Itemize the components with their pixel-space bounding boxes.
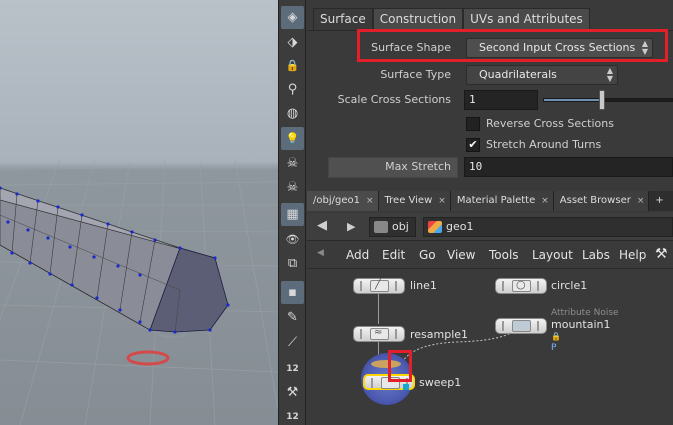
viewport-scene xyxy=(0,159,278,425)
wrench-icon[interactable]: ⚒ xyxy=(655,246,668,262)
tab-surface[interactable]: Surface xyxy=(313,8,373,30)
wire-line-resample xyxy=(378,293,379,324)
node-sublabel-mountain1: Attribute Noise xyxy=(551,308,619,318)
menu-tools[interactable]: Tools xyxy=(489,248,519,262)
surface-type-menu[interactable]: Quadrilaterals ▲ ▼ xyxy=(466,65,618,85)
cross-section-circle xyxy=(126,350,170,366)
menu-view[interactable]: View xyxy=(447,248,475,262)
light-icon[interactable]: 💡 xyxy=(281,127,304,150)
scale-cross-sections-field[interactable]: 1 xyxy=(464,90,538,110)
max-stretch-label: Max Stretch xyxy=(385,160,451,173)
scale-slider-handle[interactable] xyxy=(599,90,605,110)
tab-construction[interactable]: Construction xyxy=(372,8,464,30)
close-icon[interactable]: × xyxy=(438,191,446,211)
wrench-icon[interactable]: ⚒ xyxy=(281,381,304,404)
close-icon[interactable]: × xyxy=(637,191,645,211)
node-param-mountain1: P xyxy=(551,343,557,353)
pin-icon[interactable]: ◀ xyxy=(317,248,324,258)
node-circle1[interactable]: ○ xyxy=(495,278,547,294)
menu-labs[interactable]: Labs xyxy=(582,248,610,262)
num12-icon[interactable]: 12 xyxy=(281,357,304,380)
grid-icon[interactable]: ▦ xyxy=(281,203,304,226)
swept-tube xyxy=(0,186,230,334)
node-label-resample1: resample1 xyxy=(410,328,469,341)
node-label-line1: line1 xyxy=(410,279,437,292)
highlight-surface-shape xyxy=(357,29,668,62)
resample-icon: ≈ xyxy=(370,327,389,340)
menu-layout[interactable]: Layout xyxy=(532,248,573,262)
max-stretch-field[interactable]: 10 xyxy=(464,157,673,177)
menu-edit[interactable]: Edit xyxy=(382,248,405,262)
forward-arrow-icon[interactable]: ▶ xyxy=(347,220,355,233)
surface-type-value: Quadrilaterals xyxy=(479,68,557,81)
circle-icon: ○ xyxy=(512,278,531,292)
snap-icon[interactable]: ⚲ xyxy=(281,78,304,101)
reverse-cross-sections-checkbox[interactable] xyxy=(466,117,480,131)
network-canvas[interactable]: ╱ line1 ≈ resample1 ○ circle1 Attribute … xyxy=(307,270,673,425)
tab-tree-view[interactable]: Tree View × xyxy=(378,191,451,211)
surface-type-label: Surface Type xyxy=(380,68,451,81)
num12b-icon[interactable]: 12 xyxy=(281,405,304,425)
brush-icon[interactable]: ✎ xyxy=(281,306,304,329)
menu-go[interactable]: Go xyxy=(419,248,436,262)
highlight-sweep-input xyxy=(388,350,412,382)
node-mountain1[interactable] xyxy=(495,318,547,334)
eye-icon[interactable]: 👁 xyxy=(281,228,304,251)
breadcrumb-obj[interactable]: obj xyxy=(369,217,416,237)
tab-uvs-and-attributes[interactable]: UVs and Attributes xyxy=(463,8,590,30)
menu-add[interactable]: Add xyxy=(346,248,369,262)
reverse-cross-sections-label: Reverse Cross Sections xyxy=(486,117,614,130)
stretch-around-turns-checkbox[interactable]: ✔ xyxy=(466,138,480,152)
viewport-toolbar: ◈ ⬗ 🔒 ⚲ ◍ 💡 ☠ ☠ ▦ 👁 ⧉ ▪ ✎ ⟋ 12 ⚒ 12 xyxy=(278,0,306,425)
scene-viewport[interactable] xyxy=(0,0,278,425)
stretch-around-turns-label: Stretch Around Turns xyxy=(486,138,602,151)
parameter-pane: Surface Construction UVs and Attributes … xyxy=(307,0,673,185)
handle-icon[interactable]: ⬗ xyxy=(281,31,304,54)
camera-icon[interactable]: ⧉ xyxy=(281,252,304,275)
folder-icon xyxy=(374,221,388,233)
network-menu-bar: ◀ Add Edit Go View Tools Layout Labs Hel… xyxy=(307,243,673,269)
lock-icon: 🔒 xyxy=(551,332,561,341)
menu-help[interactable]: Help xyxy=(619,248,646,262)
lock-icon[interactable]: 🔒 xyxy=(281,54,304,77)
tab-material-palette[interactable]: Material Palette × xyxy=(450,191,554,211)
network-tabs: /obj/geo1 × Tree View × Material Palette × … xyxy=(307,191,673,211)
node-label-sweep1: sweep1 xyxy=(419,376,462,389)
skull2-icon[interactable]: ☠ xyxy=(281,176,304,199)
parameter-tabs: Surface Construction UVs and Attributes xyxy=(313,8,590,30)
scale-cross-sections-label: Scale Cross Sections xyxy=(337,93,451,106)
back-arrow-icon[interactable]: ◀ xyxy=(317,218,327,233)
display-flag-icon[interactable] xyxy=(403,384,409,390)
node-line1[interactable]: ╱ xyxy=(353,278,405,294)
pen-icon[interactable]: ⟋ xyxy=(281,331,304,354)
node-label-circle1: circle1 xyxy=(551,279,588,292)
updown-arrow-icon: ▲ ▼ xyxy=(606,66,613,83)
tab-obj-geo1[interactable]: /obj/geo1 × xyxy=(307,191,379,211)
add-tab-button[interactable]: + xyxy=(649,191,668,211)
point-icon[interactable]: ▪ xyxy=(281,281,304,304)
network-path-bar: ◀ ▶ obj geo1 xyxy=(307,213,673,241)
close-icon[interactable]: × xyxy=(366,191,374,211)
line-icon: ╱ xyxy=(370,279,389,292)
scale-slider-track[interactable] xyxy=(543,98,673,102)
view-icon[interactable]: ◈ xyxy=(281,6,304,29)
node-resample1[interactable]: ≈ xyxy=(353,326,405,342)
tab-asset-browser[interactable]: Asset Browser × xyxy=(553,191,650,211)
geo-icon xyxy=(428,221,442,233)
network-editor: /obj/geo1 × Tree View × Material Palette × … xyxy=(307,188,673,425)
noise-icon xyxy=(512,320,531,332)
shade-icon[interactable]: ◍ xyxy=(281,102,304,125)
close-icon[interactable]: × xyxy=(541,191,549,211)
node-label-mountain1: mountain1 xyxy=(551,318,611,331)
skull-icon[interactable]: ☠ xyxy=(281,152,304,175)
breadcrumb-geo1[interactable]: geo1 xyxy=(423,217,673,237)
